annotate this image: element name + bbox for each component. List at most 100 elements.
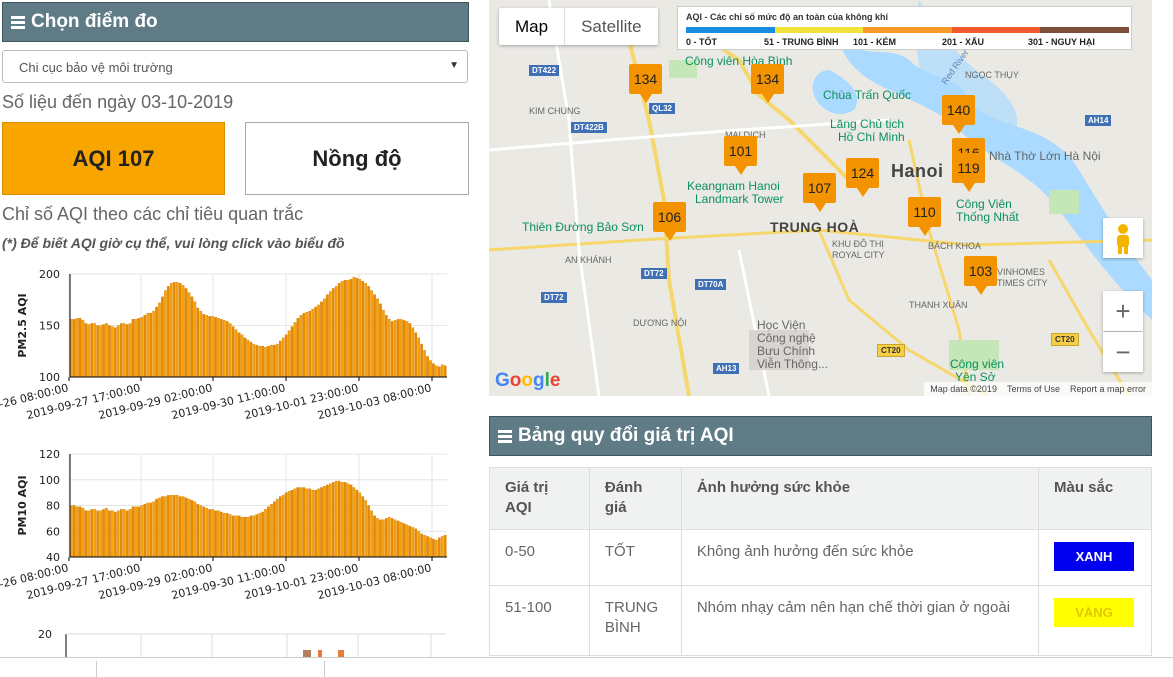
bar — [261, 345, 264, 378]
place-label: Keangnam Hanoi — [687, 179, 780, 193]
bar — [181, 496, 185, 558]
bar — [143, 315, 147, 378]
tab-map[interactable]: Map — [499, 8, 566, 45]
tab-satellite[interactable]: Satellite — [565, 8, 657, 45]
bar — [217, 510, 220, 558]
bar — [228, 323, 232, 378]
bar — [323, 298, 326, 378]
bar — [81, 320, 85, 378]
bar — [278, 340, 282, 378]
y-tick-label: 100 — [39, 371, 60, 384]
concentration-button[interactable]: Nồng độ — [245, 122, 469, 195]
bar — [346, 280, 350, 378]
bar — [116, 510, 120, 558]
place-label: Bưu Chính — [757, 344, 816, 358]
place-label: KIM CHUNG — [529, 106, 581, 116]
aqi-rating: TRUNG BÌNH — [588, 585, 682, 656]
bar — [125, 324, 129, 378]
aqi-button[interactable]: AQI 107 — [2, 122, 225, 195]
report-error-link[interactable]: Report a map error — [1070, 384, 1146, 394]
bar — [143, 504, 147, 558]
legend-label: 101 - KÉM — [853, 37, 897, 47]
aqi-marker[interactable]: 106 — [653, 202, 686, 241]
bar — [305, 488, 309, 558]
bar — [225, 513, 229, 558]
bar — [237, 515, 241, 558]
bar — [161, 496, 164, 558]
aqi-marker[interactable]: 119 — [952, 153, 985, 192]
bar — [243, 337, 247, 378]
bar — [102, 324, 105, 378]
aqi-marker[interactable]: 140 — [942, 95, 975, 134]
bar — [255, 344, 259, 378]
bar — [278, 496, 282, 558]
bar — [393, 519, 397, 558]
bar — [423, 534, 426, 558]
bar — [432, 538, 435, 558]
aqi-marker[interactable]: 134 — [751, 64, 784, 103]
aqi-marker[interactable]: 103 — [964, 256, 997, 295]
place-label: Công Viên — [956, 197, 1012, 211]
bar — [184, 288, 188, 378]
zoom-in-button[interactable]: + — [1103, 291, 1143, 331]
bar — [78, 506, 82, 558]
bar — [169, 283, 173, 378]
bar — [152, 310, 155, 378]
legend-color-bad — [951, 27, 1041, 33]
bar — [149, 502, 153, 558]
bar — [367, 505, 370, 558]
aqi-marker[interactable]: 107 — [803, 173, 836, 212]
aqi-table-title: Bảng quy đổi giá trị AQI — [518, 425, 734, 446]
col-header: Màu sắc — [1037, 467, 1153, 530]
bar — [184, 497, 188, 558]
place-label: Chùa Trấn Quốc — [823, 88, 912, 102]
bar — [384, 518, 388, 558]
bar — [202, 314, 206, 378]
bar — [102, 509, 105, 558]
aqi-marker[interactable]: 110 — [908, 197, 941, 236]
street-view-pegman-icon[interactable] — [1103, 218, 1143, 258]
bar — [384, 315, 388, 378]
y-tick-label: 40 — [46, 551, 60, 564]
bar — [331, 288, 335, 378]
bar — [264, 346, 267, 378]
bar — [355, 277, 359, 378]
bar — [364, 283, 368, 378]
road-shield: DT70A — [695, 279, 727, 290]
bar — [396, 319, 400, 378]
pm25-chart[interactable]: 200 150 100 -26 08:00:00 2019-09-27 17:00:00… — [0, 262, 475, 437]
bar — [105, 323, 108, 378]
terms-link[interactable]: Terms of Use — [1007, 384, 1060, 394]
bar — [249, 341, 253, 378]
bar — [93, 509, 97, 558]
station-select[interactable]: Chi cục bảo vệ môi trường ▼ — [2, 50, 468, 83]
legend-color-poor — [863, 27, 952, 33]
place-label: TRUNG HOÀ — [770, 219, 860, 235]
zoom-out-button[interactable]: − — [1103, 332, 1143, 372]
aqi-map[interactable]: Map Satellite AQI - Các chỉ số mức độ an… — [489, 0, 1152, 396]
place-label: VINHOMES — [997, 267, 1046, 277]
bar — [273, 344, 276, 378]
road-shield: DT72 — [541, 292, 567, 303]
bar — [276, 498, 279, 558]
pm10-chart[interactable]: 120 100 80 60 40 -26 08:00:00 2019-09-27 17:00… — [0, 442, 475, 617]
aqi-marker[interactable]: 134 — [629, 64, 662, 103]
place-label: Hanoi — [891, 161, 944, 181]
place-label: Lăng Chủ tịch — [830, 117, 905, 131]
bar — [119, 509, 123, 558]
aqi-rating: TỐT — [588, 529, 682, 586]
bar — [181, 285, 185, 378]
bar — [122, 509, 126, 558]
bar — [105, 507, 108, 558]
bar — [167, 495, 170, 558]
bar — [172, 495, 176, 558]
bar — [187, 292, 191, 378]
legend-color-hazardous — [1040, 27, 1129, 33]
bar — [293, 322, 297, 378]
aqi-marker[interactable]: 124 — [846, 158, 879, 197]
bar — [396, 520, 400, 558]
bar — [364, 500, 368, 558]
aqi-marker[interactable]: 101 — [724, 136, 757, 175]
bar — [276, 343, 279, 378]
bar — [376, 298, 379, 378]
